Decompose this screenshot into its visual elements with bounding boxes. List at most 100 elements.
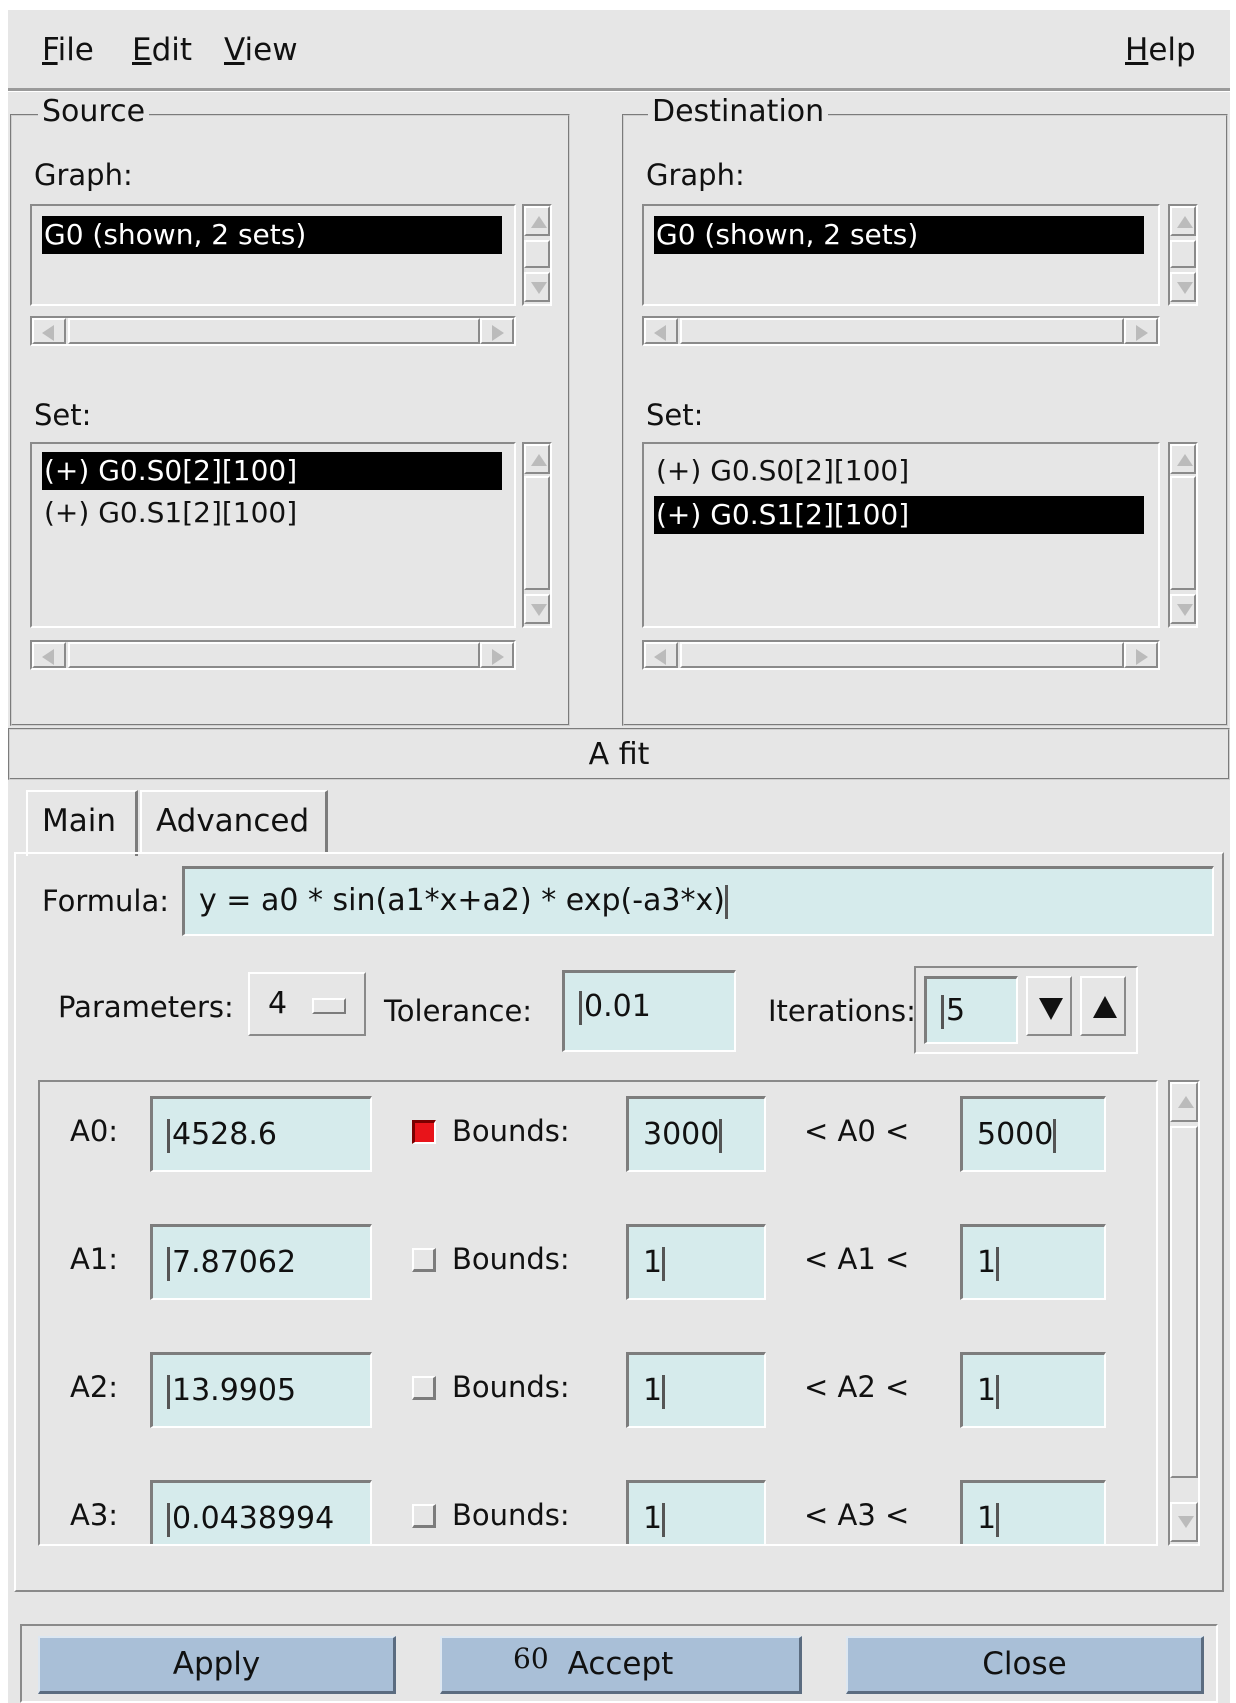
destination-graph-vscroll[interactable] (1168, 204, 1198, 306)
bounds-checkbox[interactable] (412, 1504, 436, 1528)
parameters-option-menu[interactable]: 4 (248, 972, 366, 1036)
lower-bound-value: 1 (643, 1245, 663, 1280)
scroll-left-icon[interactable] (32, 642, 66, 668)
scroll-down-icon[interactable] (1170, 594, 1196, 624)
close-button[interactable]: Close (846, 1636, 1204, 1694)
source-set-hscroll[interactable] (30, 640, 516, 670)
lower-bound-input[interactable]: 1 (626, 1480, 766, 1544)
bounds-checkbox[interactable] (412, 1376, 436, 1400)
parameter-row: A0: 4528.6 Bounds: 3000 < A0 < 5000 (40, 1096, 1156, 1176)
fit-dialog-window: File Edit View Help Source Graph: G0 (sh… (8, 10, 1230, 1703)
scroll-right-icon[interactable] (480, 318, 514, 344)
source-graph-list[interactable]: G0 (shown, 2 sets) (30, 204, 516, 306)
iterations-increment-button[interactable] (1080, 976, 1126, 1036)
upper-bound-input[interactable]: 5000 (960, 1096, 1106, 1172)
parameter-value: 7.87062 (172, 1245, 297, 1280)
destination-set-list[interactable]: (+) G0.S0[2][100] (+) G0.S1[2][100] (642, 442, 1160, 628)
lower-bound-input[interactable]: 3000 (626, 1096, 766, 1172)
formula-input[interactable]: y = a0 * sin(a1*x+a2) * exp(-a3*x) (182, 866, 1214, 936)
text-caret (167, 1118, 170, 1153)
source-graph-item[interactable]: G0 (shown, 2 sets) (42, 216, 502, 254)
accept-button[interactable]: Accept (440, 1636, 802, 1694)
menu-edit[interactable]: Edit (132, 32, 192, 68)
scroll-up-icon[interactable] (1170, 206, 1196, 236)
iterations-spinner: 5 (914, 966, 1138, 1054)
scroll-thumb[interactable] (524, 240, 550, 268)
scroll-up-icon[interactable] (1170, 444, 1196, 474)
text-caret (167, 1246, 170, 1281)
upper-bound-input[interactable]: 1 (960, 1480, 1106, 1544)
bounds-checkbox[interactable] (412, 1120, 436, 1144)
lower-bound-value: 1 (643, 1373, 663, 1408)
destination-graph-hscroll[interactable] (642, 316, 1160, 346)
scroll-up-icon[interactable] (524, 444, 550, 474)
scroll-up-icon[interactable] (524, 206, 550, 236)
source-graph-label: Graph: (34, 158, 133, 192)
source-graph-vscroll[interactable] (522, 204, 552, 306)
source-set-list[interactable]: (+) G0.S0[2][100] (+) G0.S1[2][100] (30, 442, 516, 628)
scroll-down-icon[interactable] (1170, 272, 1196, 302)
scroll-right-icon[interactable] (1124, 642, 1158, 668)
menu-file[interactable]: File (42, 32, 94, 68)
parameters-scroll-area: A0: 4528.6 Bounds: 3000 < A0 < 5000 A1: 7.87062… (38, 1080, 1158, 1546)
formula-label: Formula: (42, 884, 170, 918)
destination-graph-list[interactable]: G0 (shown, 2 sets) (642, 204, 1160, 306)
menu-view-label: iew (244, 32, 298, 68)
lower-bound-value: 1 (643, 1501, 663, 1536)
tolerance-input[interactable]: 0.01 (562, 970, 736, 1052)
iterations-decrement-button[interactable] (1026, 976, 1072, 1036)
scroll-thumb[interactable] (1170, 1126, 1198, 1478)
parameter-value-input[interactable]: 13.9905 (150, 1352, 372, 1428)
parameters-vscroll[interactable] (1168, 1080, 1200, 1546)
apply-button[interactable]: Apply (38, 1636, 396, 1694)
source-set-vscroll[interactable] (522, 442, 552, 628)
destination-graph-item[interactable]: G0 (shown, 2 sets) (654, 216, 1144, 254)
menu-view[interactable]: View (224, 32, 298, 68)
parameter-value: 13.9905 (172, 1373, 297, 1408)
scroll-thumb[interactable] (680, 318, 1124, 344)
iterations-input[interactable]: 5 (924, 976, 1018, 1044)
scroll-thumb[interactable] (1170, 240, 1196, 268)
scroll-left-icon[interactable] (32, 318, 66, 344)
source-graph-hscroll[interactable] (30, 316, 516, 346)
tab-main[interactable]: Main (26, 790, 138, 856)
menu-help[interactable]: Help (1125, 32, 1196, 68)
destination-set-item[interactable]: (+) G0.S1[2][100] (654, 496, 1144, 534)
source-set-item[interactable]: (+) G0.S1[2][100] (42, 494, 502, 532)
tolerance-label: Tolerance: (384, 994, 533, 1028)
bounds-label: Bounds: (452, 1114, 570, 1148)
lower-bound-input[interactable]: 1 (626, 1224, 766, 1300)
menu-separator (8, 88, 1230, 92)
scroll-down-icon[interactable] (524, 594, 550, 624)
scroll-thumb[interactable] (68, 642, 480, 668)
text-caret (996, 1246, 1000, 1281)
scroll-up-icon[interactable] (1170, 1082, 1198, 1122)
parameter-value-input[interactable]: 0.0438994 (150, 1480, 372, 1544)
lower-bound-input[interactable]: 1 (626, 1352, 766, 1428)
main-tab-panel: Formula: y = a0 * sin(a1*x+a2) * exp(-a3… (14, 852, 1224, 1592)
parameter-row: A2: 13.9905 Bounds: 1 < A2 < 1 (40, 1352, 1156, 1432)
upper-bound-input[interactable]: 1 (960, 1352, 1106, 1428)
scroll-thumb[interactable] (1170, 476, 1196, 590)
destination-set-item[interactable]: (+) G0.S0[2][100] (654, 452, 1144, 490)
tab-advanced[interactable]: Advanced (140, 790, 328, 852)
scroll-right-icon[interactable] (480, 642, 514, 668)
scroll-right-icon[interactable] (1124, 318, 1158, 344)
scroll-down-icon[interactable] (524, 272, 550, 302)
scroll-thumb[interactable] (524, 476, 550, 590)
source-set-item[interactable]: (+) G0.S0[2][100] (42, 452, 502, 490)
parameter-value-input[interactable]: 4528.6 (150, 1096, 372, 1172)
upper-bound-input[interactable]: 1 (960, 1224, 1106, 1300)
destination-set-hscroll[interactable] (642, 640, 1160, 670)
bounds-checkbox[interactable] (412, 1248, 436, 1272)
menu-help-mnemonic: H (1125, 32, 1149, 68)
scroll-left-icon[interactable] (644, 318, 678, 344)
text-caret (662, 1502, 666, 1537)
scroll-thumb[interactable] (680, 642, 1124, 668)
scroll-thumb[interactable] (68, 318, 480, 344)
destination-set-vscroll[interactable] (1168, 442, 1198, 628)
menu-help-label: elp (1148, 32, 1196, 68)
parameter-value-input[interactable]: 7.87062 (150, 1224, 372, 1300)
scroll-down-icon[interactable] (1170, 1502, 1198, 1542)
scroll-left-icon[interactable] (644, 642, 678, 668)
